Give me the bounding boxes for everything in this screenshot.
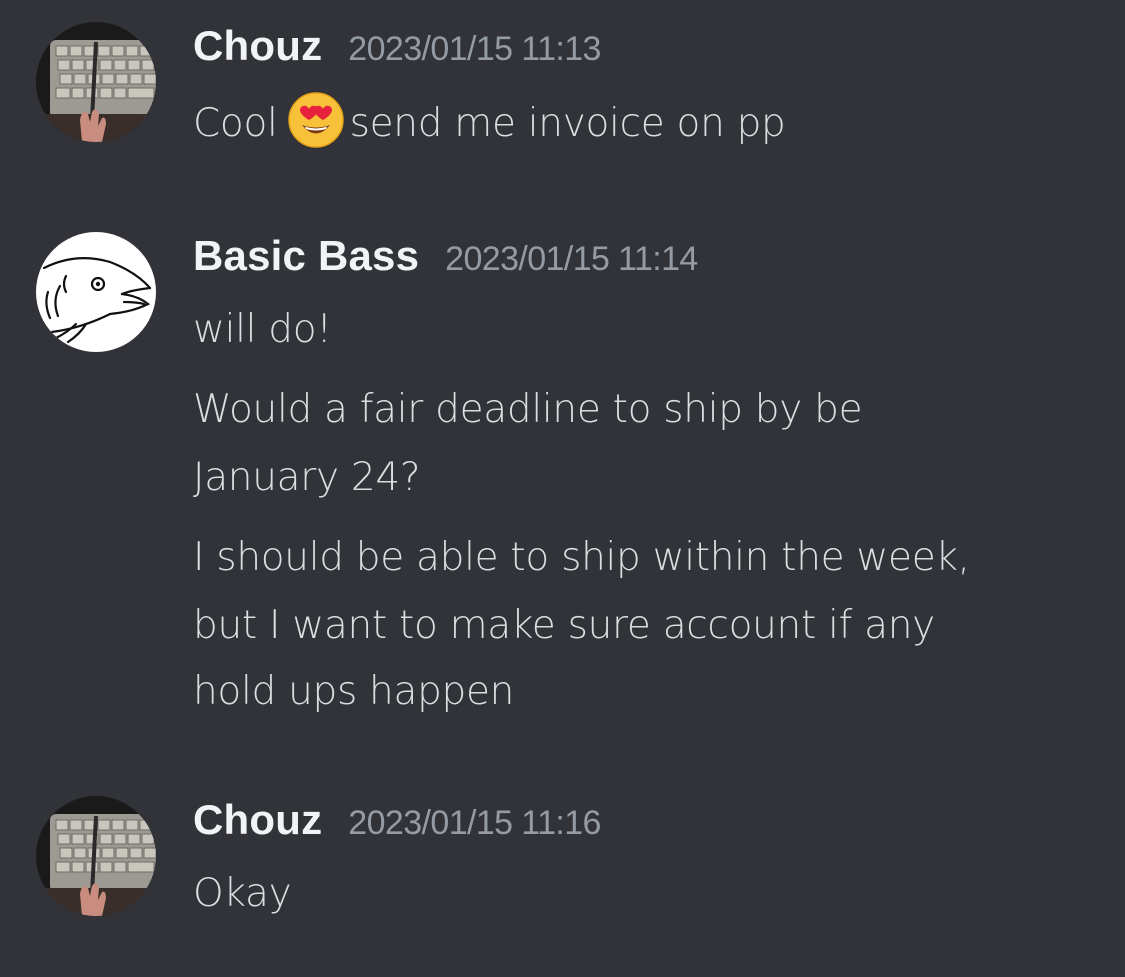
message-text: January 24? (193, 455, 421, 500)
avatar[interactable] (36, 232, 156, 352)
keyboard-avatar-icon (36, 796, 156, 916)
message-text-before-emoji: Cool (193, 101, 278, 146)
heart-eyes-emoji-icon (287, 92, 344, 148)
message-text: I should be able to ship within the week… (193, 535, 970, 580)
message-text: Okay (193, 871, 292, 916)
fish-drawing-avatar-icon (36, 232, 156, 352)
message-text-after-emoji: send me invoice on pp (349, 101, 786, 146)
message-text: hold ups happen (193, 669, 515, 714)
message-header: Chouz 2023/01/15 11:13 (193, 22, 601, 70)
timestamp: 2023/01/15 11:16 (348, 804, 601, 842)
timestamp: 2023/01/15 11:14 (445, 240, 698, 278)
username[interactable]: Basic Bass (193, 232, 419, 280)
message-text: Would a fair deadline to ship by be (193, 387, 863, 432)
avatar[interactable] (36, 796, 156, 916)
message-header: Basic Bass 2023/01/15 11:14 (193, 232, 698, 280)
message-text: will do! (193, 307, 332, 352)
message-text: but I want to make sure account if any (193, 603, 935, 648)
keyboard-avatar-icon (36, 22, 156, 142)
username[interactable]: Chouz (193, 22, 322, 70)
avatar[interactable] (36, 22, 156, 142)
message-text: Cool send me invoice on pp (193, 90, 1093, 158)
message-header: Chouz 2023/01/15 11:16 (193, 796, 601, 844)
timestamp: 2023/01/15 11:13 (348, 30, 601, 68)
username[interactable]: Chouz (193, 796, 322, 844)
